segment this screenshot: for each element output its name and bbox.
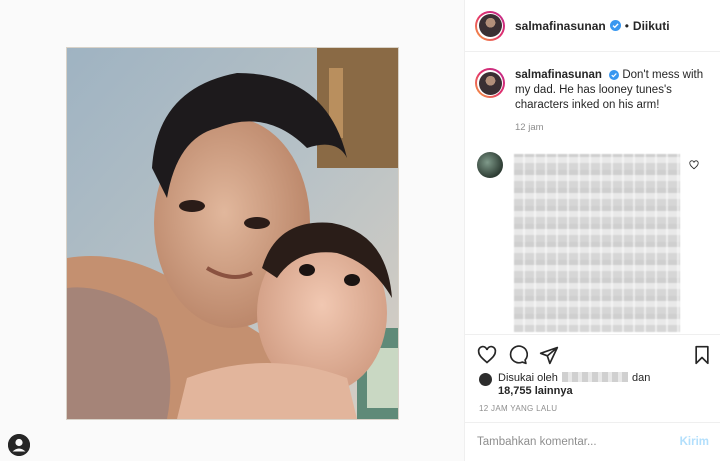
likes-and: dan xyxy=(632,372,651,384)
comment-input[interactable] xyxy=(477,436,657,448)
comment-row xyxy=(477,152,713,334)
heart-icon[interactable] xyxy=(477,345,497,365)
blurred-comments xyxy=(514,154,680,332)
photo-pane xyxy=(0,0,464,461)
caption-time[interactable]: 12 jam xyxy=(515,122,720,133)
bookmark-icon[interactable] xyxy=(693,345,711,365)
caption-username[interactable]: salmafinasunan xyxy=(515,69,602,81)
likes-row: Disukai oleh dan 18,755 lainnya xyxy=(479,372,650,398)
user-avatar xyxy=(478,14,502,37)
account-icon xyxy=(8,434,30,456)
caption-text: salmafinasunan Don't mess with my dad. H… xyxy=(515,68,705,113)
liker-avatar[interactable] xyxy=(479,373,492,386)
small-heart-icon[interactable] xyxy=(689,160,699,170)
photo-illustration xyxy=(67,48,398,419)
post-header: salmafinasunan • Diikuti xyxy=(465,0,720,52)
separator-dot: • xyxy=(624,18,629,33)
commenter-avatar[interactable] xyxy=(477,152,503,178)
post-date[interactable]: 12 JAM YANG LALU xyxy=(479,404,557,413)
post-comment-button[interactable]: Kirim xyxy=(680,436,709,448)
caption-avatar xyxy=(478,71,502,95)
header-username[interactable]: salmafinasunan xyxy=(515,19,606,33)
caption-story-ring[interactable] xyxy=(475,68,505,98)
sidebar-avatar[interactable] xyxy=(8,434,30,456)
likes-count[interactable]: 18,755 lainnya xyxy=(498,385,573,397)
post-photo[interactable] xyxy=(66,47,399,420)
verified-icon xyxy=(609,70,620,80)
caption-row: salmafinasunan Don't mess with my dad. H… xyxy=(465,52,720,113)
likes-prefix: Disukai oleh xyxy=(498,372,558,384)
post-panel: salmafinasunan • Diikuti salmafinasunan … xyxy=(464,0,720,461)
blurred-liker-name xyxy=(561,372,628,382)
story-ring[interactable] xyxy=(475,10,505,41)
add-comment-bar: Kirim xyxy=(465,422,720,461)
verified-icon xyxy=(609,20,621,31)
action-bar xyxy=(465,334,720,374)
share-icon[interactable] xyxy=(539,345,559,365)
follow-status[interactable]: Diikuti xyxy=(633,19,670,33)
comment-icon[interactable] xyxy=(508,345,528,365)
